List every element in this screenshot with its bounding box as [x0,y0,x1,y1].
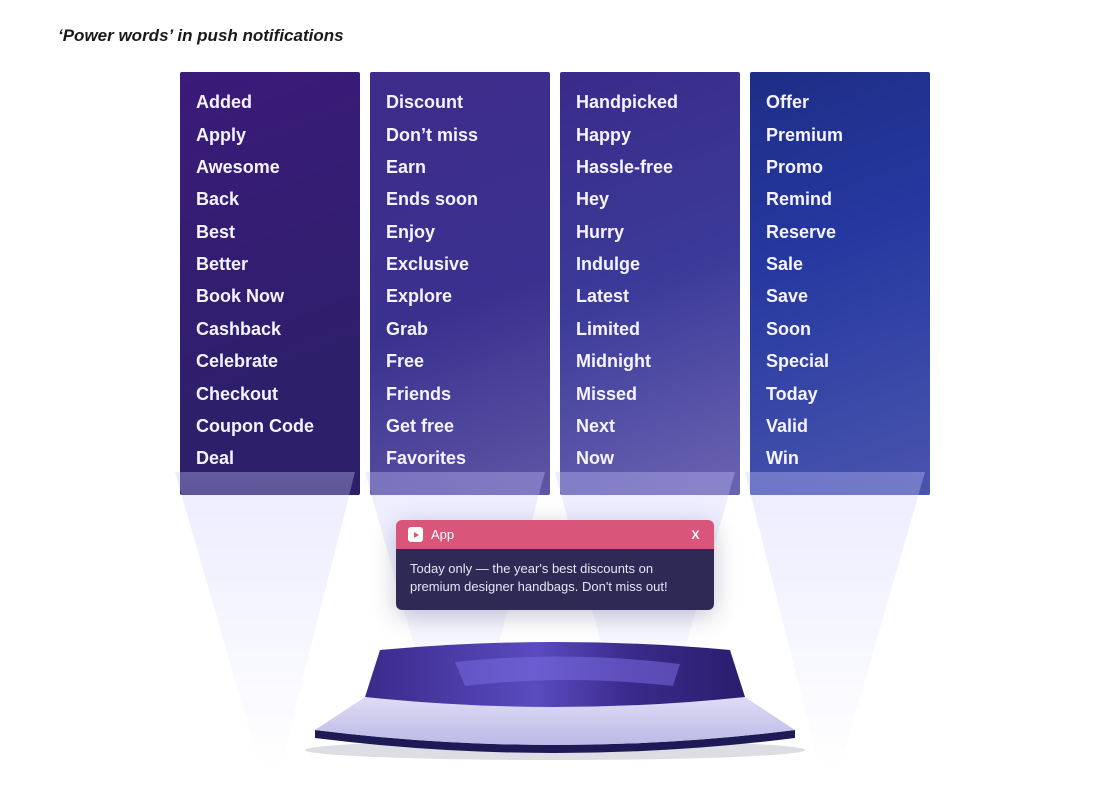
notification-card: App X Today only — the year's best disco… [396,520,714,610]
power-word: Hassle-free [576,151,724,183]
power-word: Awesome [196,151,344,183]
word-columns: AddedApplyAwesomeBackBestBetterBook NowC… [160,72,950,495]
notification-header: App X [396,520,714,549]
power-word: Friends [386,377,534,409]
power-word: Free [386,345,534,377]
power-word: Ends soon [386,183,534,215]
power-word: Celebrate [196,345,344,377]
power-word: Latest [576,280,724,312]
power-word: Valid [766,410,914,442]
power-word: Handpicked [576,86,724,118]
power-word: Hurry [576,216,724,248]
power-word: Checkout [196,377,344,409]
power-word: Deal [196,442,344,474]
power-word: Special [766,345,914,377]
notification-body: Today only — the year's best discounts o… [396,549,714,610]
power-word: Remind [766,183,914,215]
page-title: ‘Power words’ in push notifications [0,0,1110,46]
power-word: Best [196,216,344,248]
power-word: Earn [386,151,534,183]
power-word: Today [766,377,914,409]
power-word: Favorites [386,442,534,474]
power-word: Sale [766,248,914,280]
power-word: Reserve [766,216,914,248]
power-word: Exclusive [386,248,534,280]
power-words-graphic: AddedApplyAwesomeBackBestBetterBook NowC… [160,72,950,792]
power-word: Win [766,442,914,474]
power-word: Midnight [576,345,724,377]
laptop-illustration [285,642,825,762]
power-word: Apply [196,118,344,150]
power-word: Promo [766,151,914,183]
power-word: Cashback [196,313,344,345]
power-word: Don’t miss [386,118,534,150]
app-icon [408,527,423,542]
power-word: Added [196,86,344,118]
power-word: Book Now [196,280,344,312]
power-word: Indulge [576,248,724,280]
power-word: Save [766,280,914,312]
close-icon: X [689,528,702,542]
power-word: Hey [576,183,724,215]
word-column-4: OfferPremiumPromoRemindReserveSaleSaveSo… [750,72,930,495]
power-word: Grab [386,313,534,345]
power-word: Explore [386,280,534,312]
power-word: Now [576,442,724,474]
power-word: Premium [766,118,914,150]
word-column-1: AddedApplyAwesomeBackBestBetterBook NowC… [180,72,360,495]
power-word: Coupon Code [196,410,344,442]
power-word: Better [196,248,344,280]
power-word: Missed [576,377,724,409]
word-column-3: HandpickedHappyHassle-freeHeyHurryIndulg… [560,72,740,495]
power-word: Back [196,183,344,215]
power-word: Get free [386,410,534,442]
power-word: Discount [386,86,534,118]
power-word: Soon [766,313,914,345]
notification-app-label: App [431,527,689,542]
power-word: Limited [576,313,724,345]
power-word: Happy [576,118,724,150]
word-column-2: DiscountDon’t missEarnEnds soonEnjoyExcl… [370,72,550,495]
power-word: Enjoy [386,216,534,248]
power-word: Offer [766,86,914,118]
power-word: Next [576,410,724,442]
